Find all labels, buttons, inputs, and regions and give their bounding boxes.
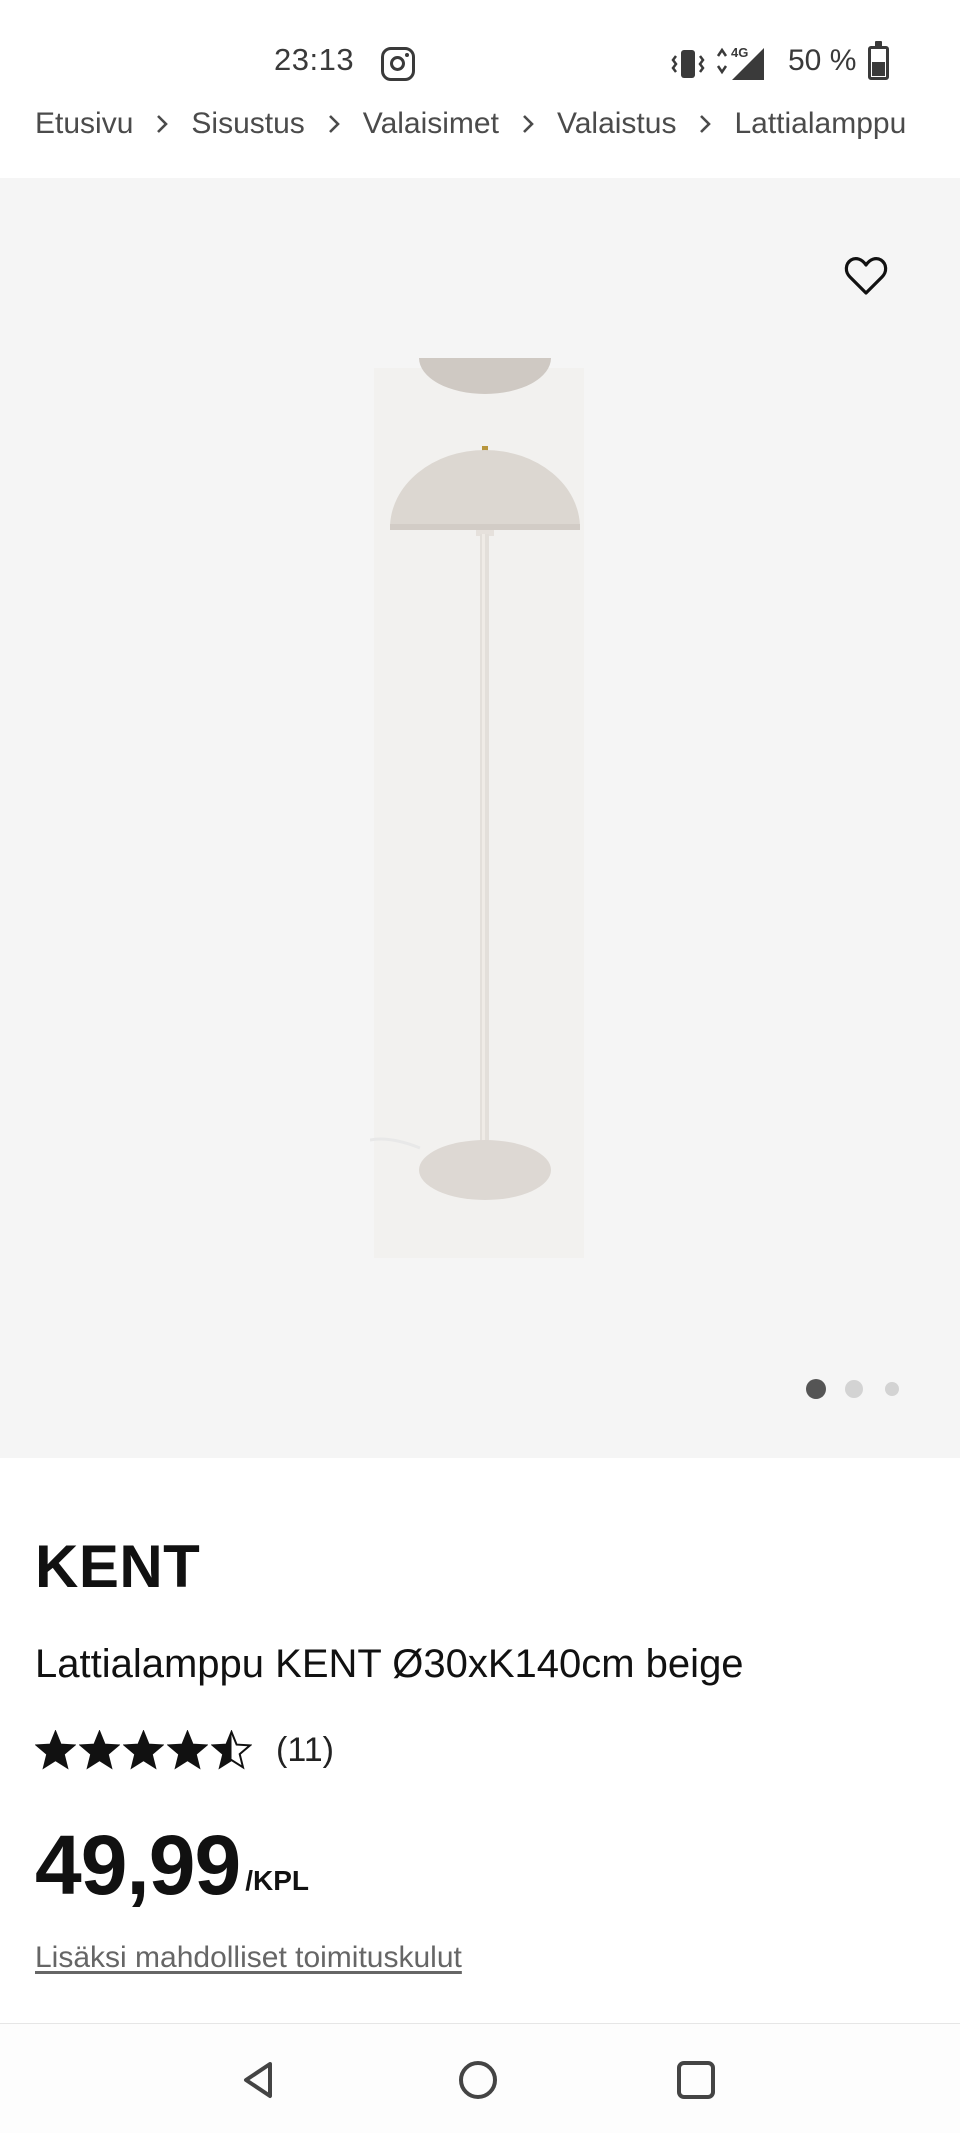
chevron-right-icon bbox=[133, 114, 191, 134]
back-icon[interactable] bbox=[236, 2056, 284, 2104]
carousel-dots[interactable] bbox=[800, 1377, 910, 1401]
breadcrumb-item[interactable]: Valaisimet bbox=[363, 107, 499, 141]
star-full-icon bbox=[79, 1729, 120, 1769]
home-icon[interactable] bbox=[454, 2056, 502, 2104]
network-label: 4G bbox=[731, 45, 748, 60]
carousel-dot[interactable] bbox=[885, 1382, 899, 1396]
product-name: Lattialamppu KENT Ø30xK140cm beige bbox=[35, 1642, 744, 1686]
star-half-icon bbox=[211, 1729, 252, 1769]
network-4g-icon: 4G bbox=[716, 45, 764, 80]
breadcrumb-item[interactable]: Lattialamppu bbox=[734, 107, 906, 141]
breadcrumb-item[interactable]: Valaistus bbox=[557, 107, 677, 141]
breadcrumb-item[interactable]: Sisustus bbox=[191, 107, 304, 141]
status-bar: 23:13 4G 50 % bbox=[0, 0, 960, 110]
carousel-dot[interactable] bbox=[845, 1380, 863, 1398]
carousel-dot-active[interactable] bbox=[806, 1379, 826, 1399]
chevron-right-icon bbox=[676, 114, 734, 134]
price-row: 49,99 /KPL bbox=[35, 1823, 309, 1907]
star-full-icon bbox=[123, 1729, 164, 1769]
rating-stars bbox=[35, 1729, 252, 1771]
battery-level bbox=[872, 62, 885, 76]
breadcrumb: Etusivu Sisustus Valaisimet Valaistus Lattia… bbox=[35, 102, 960, 146]
product-image-gallery[interactable] bbox=[0, 178, 960, 1458]
product-brand: KENT bbox=[35, 1533, 201, 1600]
floor-lamp-image bbox=[370, 358, 580, 1200]
star-full-icon bbox=[35, 1729, 76, 1769]
status-time: 23:13 bbox=[274, 42, 355, 77]
product-rating[interactable]: (11) bbox=[35, 1722, 334, 1778]
chevron-right-icon bbox=[499, 114, 557, 134]
star-full-icon bbox=[167, 1729, 208, 1769]
vibrate-icon bbox=[671, 50, 705, 78]
favorite-heart-icon[interactable] bbox=[842, 252, 890, 300]
recents-icon[interactable] bbox=[672, 2056, 720, 2104]
instagram-icon bbox=[381, 47, 415, 81]
battery-percent: 50 % bbox=[788, 44, 857, 77]
shipping-costs-link[interactable]: Lisäksi mahdolliset toimituskulut bbox=[35, 1941, 462, 1975]
chevron-right-icon bbox=[305, 114, 363, 134]
price-unit: /KPL bbox=[245, 1865, 309, 1896]
product-price: 49,99 bbox=[35, 1818, 241, 1912]
battery-icon bbox=[868, 41, 889, 80]
review-count: (11) bbox=[276, 1730, 334, 1769]
system-nav-bar bbox=[0, 2023, 960, 2133]
breadcrumb-item[interactable]: Etusivu bbox=[35, 107, 133, 141]
